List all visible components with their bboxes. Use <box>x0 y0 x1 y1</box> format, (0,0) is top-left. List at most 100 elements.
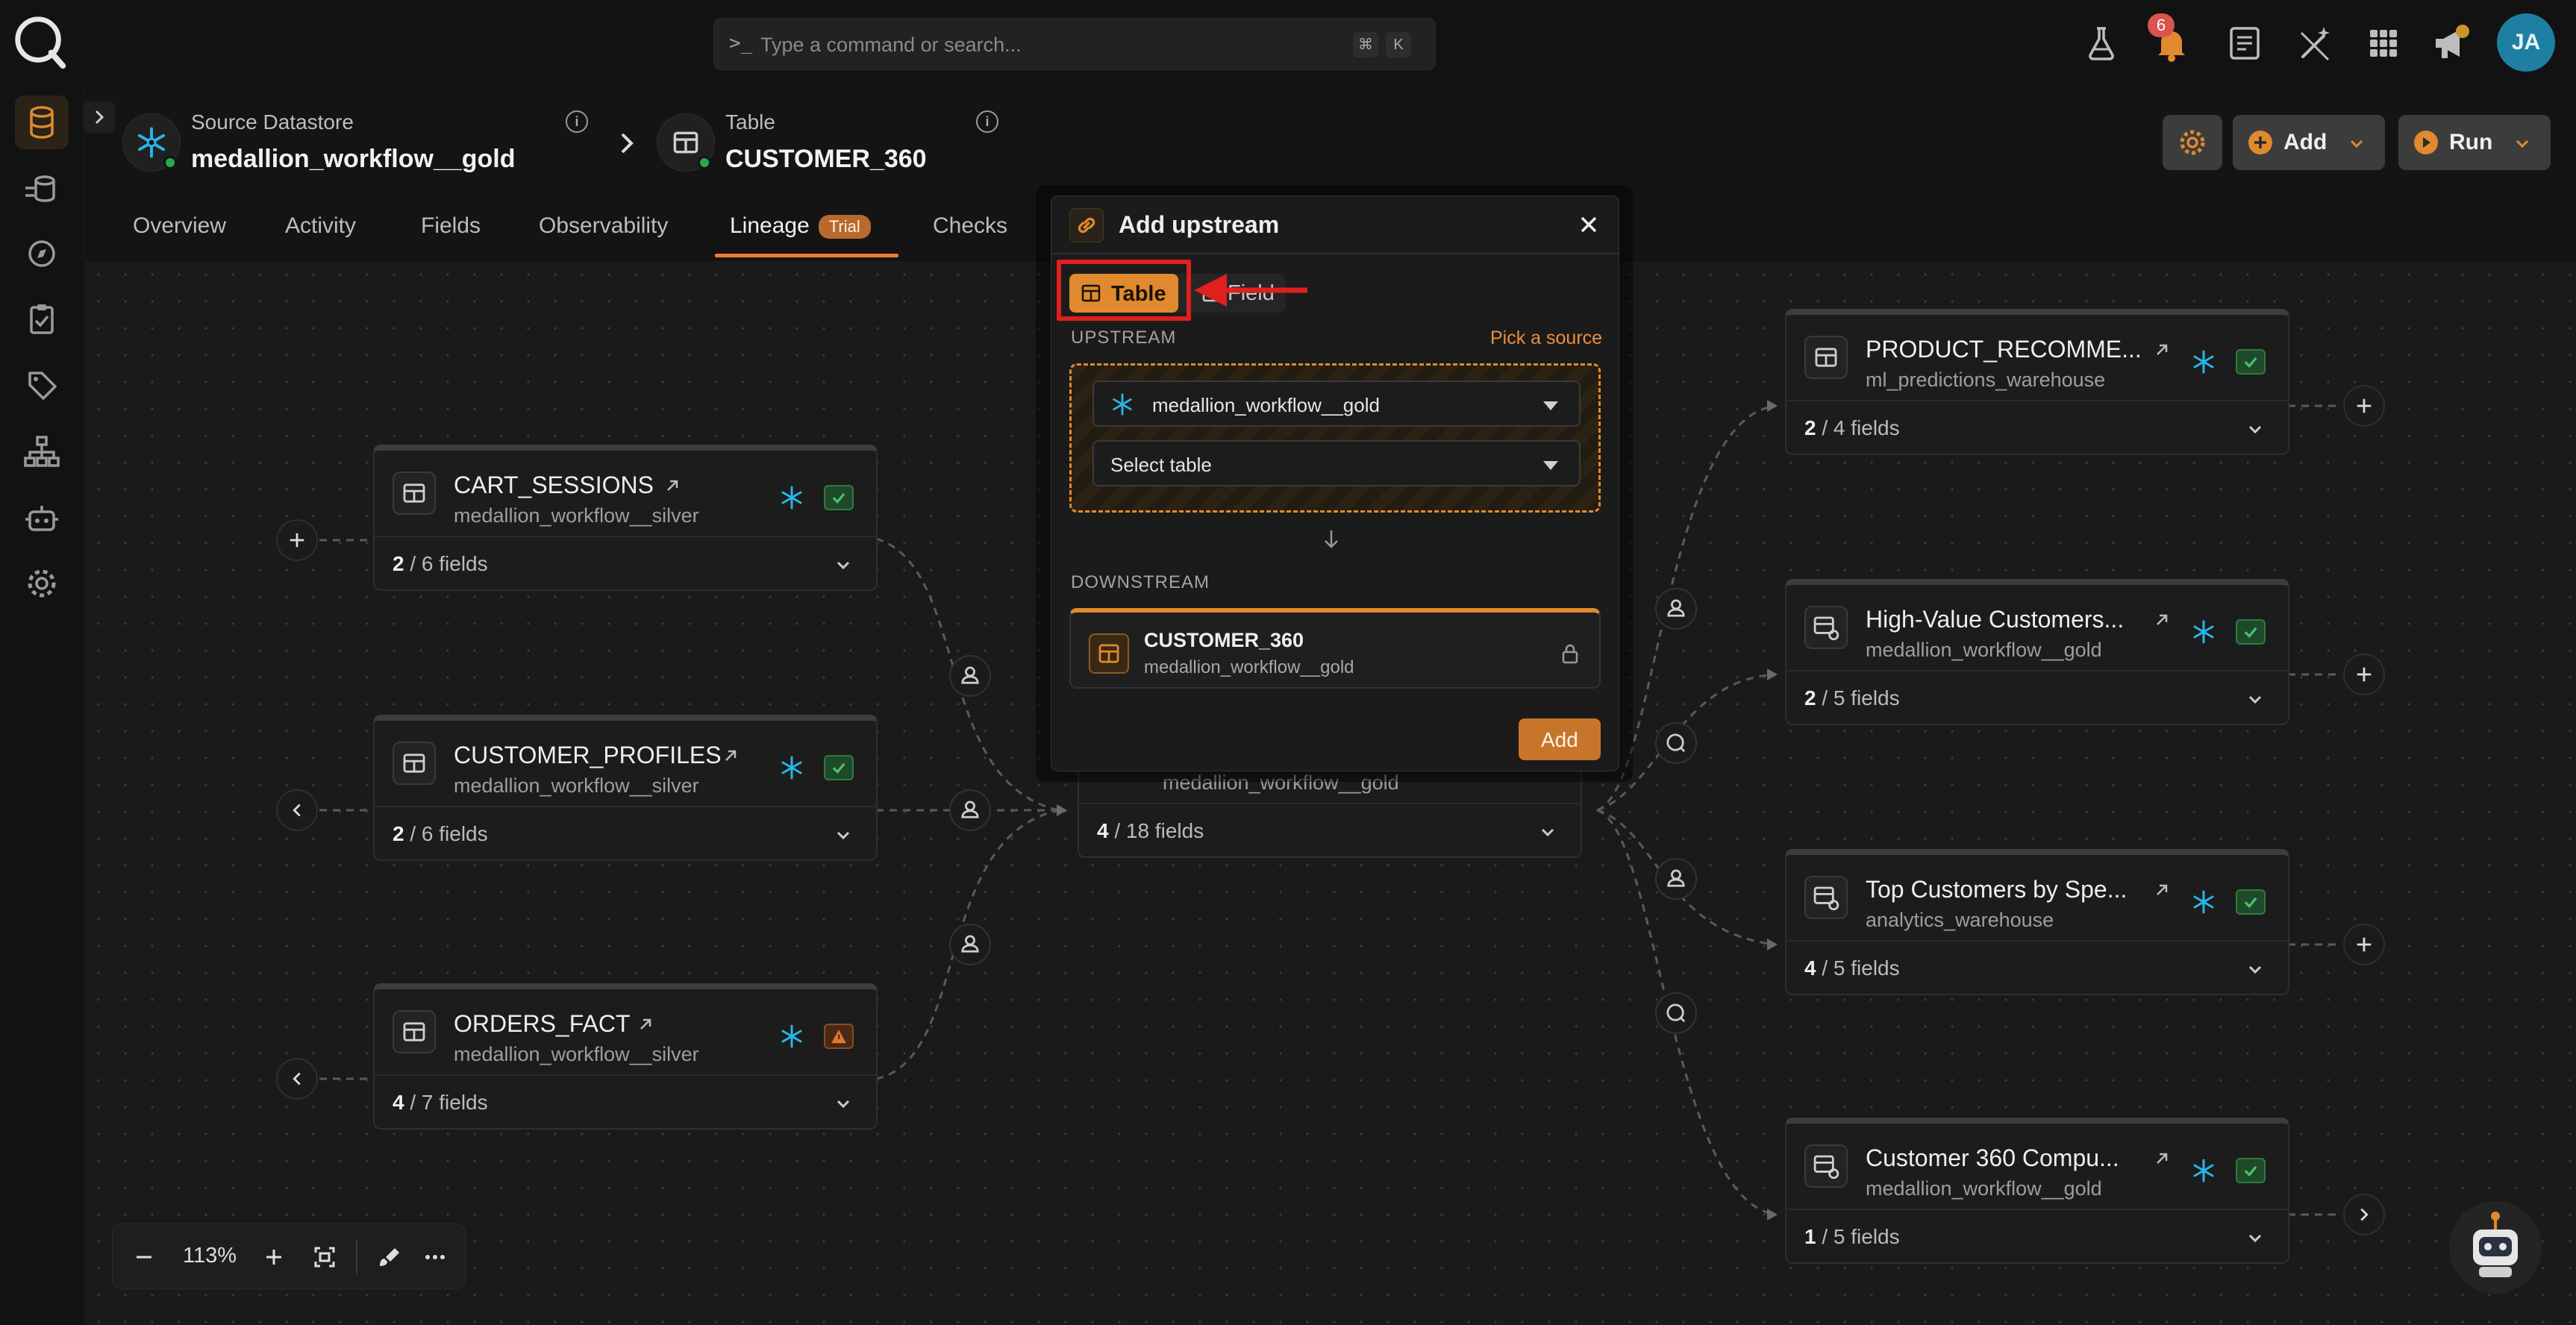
downstream-datastore: medallion_workflow__gold <box>1144 657 1354 677</box>
sidebar-item-agents[interactable] <box>15 492 69 546</box>
run-menu-button[interactable]: Run <box>2398 115 2551 170</box>
user-avatar[interactable]: JA <box>2497 13 2555 72</box>
person-icon[interactable] <box>949 789 991 831</box>
clipboard-check-icon <box>30 304 54 334</box>
stack-flow-icon <box>25 175 55 202</box>
collapse-upstream-button[interactable] <box>276 1058 318 1100</box>
external-link-icon[interactable] <box>636 1015 655 1034</box>
expand-downstream-button[interactable] <box>2343 654 2385 695</box>
lineage-node-customer-profiles[interactable]: CUSTOMER_PROFILES medallion_workflow__si… <box>373 715 878 861</box>
chevron-down-icon[interactable] <box>833 825 854 846</box>
tab-lineage[interactable]: Lineage Trial <box>730 213 871 239</box>
external-link-icon[interactable] <box>721 746 740 765</box>
plus-icon <box>2357 937 2372 952</box>
table-select[interactable]: Select table <box>1092 440 1581 486</box>
settings-button[interactable] <box>2163 115 2222 170</box>
arrow-down-icon <box>1325 530 1338 548</box>
fit-view-icon[interactable] <box>310 1242 340 1272</box>
sidebar-item-tags[interactable] <box>15 358 69 412</box>
person-icon[interactable] <box>949 924 991 965</box>
zoom-in-button[interactable] <box>259 1242 289 1272</box>
datastore-name[interactable]: medallion_workflow__gold <box>191 145 516 174</box>
tab-checks[interactable]: Checks <box>933 213 1007 239</box>
tab-overview[interactable]: Overview <box>133 213 226 239</box>
robot-icon <box>25 506 58 531</box>
expand-downstream-button[interactable] <box>2343 385 2385 427</box>
app-logo-icon[interactable] <box>1655 992 1697 1034</box>
snowflake-icon <box>781 756 802 780</box>
apps-grid-icon[interactable] <box>2363 22 2404 64</box>
collapse-upstream-button[interactable] <box>276 789 318 831</box>
command-search[interactable]: >_ Type a command or search... ⌘ K <box>713 18 1436 70</box>
sidebar-item-settings[interactable] <box>15 557 69 610</box>
node-divider <box>1786 940 2288 942</box>
chevron-down-icon[interactable] <box>2245 689 2266 710</box>
terminal-icon: >_ <box>729 32 753 54</box>
external-link-icon[interactable] <box>2152 340 2172 360</box>
fields-total: / 6 fields <box>404 552 488 575</box>
person-icon[interactable] <box>1655 588 1697 630</box>
tab-activity[interactable]: Activity <box>285 213 356 239</box>
magic-wand-icon[interactable] <box>2294 22 2336 64</box>
chevron-down-icon[interactable] <box>2245 419 2266 440</box>
sidebar-item-explore[interactable] <box>15 227 69 281</box>
external-link-icon[interactable] <box>2152 610 2172 630</box>
gear-icon <box>2180 130 2205 155</box>
lineage-node-cart-sessions[interactable]: CART_SESSIONS medallion_workflow__silver… <box>373 445 878 591</box>
tab-fields[interactable]: Fields <box>421 213 481 239</box>
add-upstream-submit-button[interactable]: Add <box>1519 718 1601 760</box>
document-icon[interactable] <box>2224 22 2266 64</box>
zoom-out-button[interactable] <box>129 1242 159 1272</box>
fields-total: / 6 fields <box>404 822 488 845</box>
chevron-down-icon[interactable] <box>2245 959 2266 980</box>
chevron-down-icon[interactable] <box>833 555 854 576</box>
trial-badge: Trial <box>818 215 871 239</box>
table-name[interactable]: CUSTOMER_360 <box>725 145 927 174</box>
external-link-icon[interactable] <box>2152 880 2172 900</box>
snowflake-icon <box>2193 350 2214 374</box>
sidebar-expand-button[interactable] <box>84 101 115 133</box>
node-title: CUSTOMER_PROFILES <box>454 742 722 768</box>
expand-downstream-button[interactable] <box>2343 924 2385 965</box>
assistant-bot-button[interactable] <box>2449 1201 2542 1294</box>
brush-icon[interactable] <box>374 1242 404 1272</box>
plus-icon <box>290 533 304 548</box>
lineage-node-orders-fact[interactable]: ORDERS_FACT medallion_workflow__silver 4… <box>373 983 878 1130</box>
flask-icon[interactable] <box>2081 22 2122 64</box>
node-fields-count: 1 / 5 fields <box>1804 1225 1900 1249</box>
active-tab-indicator <box>715 254 898 257</box>
person-icon[interactable] <box>949 655 991 697</box>
person-icon[interactable] <box>1655 858 1697 900</box>
sidebar-item-hierarchy[interactable] <box>15 425 69 479</box>
add-menu-button[interactable]: Add <box>2233 115 2385 170</box>
external-link-icon[interactable] <box>2152 1149 2172 1168</box>
datastore-info-icon[interactable]: i <box>566 110 588 133</box>
chevron-down-icon[interactable] <box>833 1094 854 1115</box>
node-fields-count: 2 / 6 fields <box>393 552 488 576</box>
node-title: High-Value Customers... <box>1866 606 2125 633</box>
dialog-title: Add upstream <box>1119 211 1280 238</box>
dialog-header: Add upstream <box>1051 196 1619 254</box>
chevron-down-icon[interactable] <box>1537 822 1558 843</box>
sidebar-item-checks[interactable] <box>15 292 69 346</box>
node-subtitle: medallion_workflow__silver <box>454 1043 699 1065</box>
tab-observability[interactable]: Observability <box>539 213 668 239</box>
lineage-node-product-recommendations[interactable]: PRODUCT_RECOMME... ml_predictions_wareho… <box>1785 309 2289 455</box>
computed-table-icon <box>1804 1144 1848 1188</box>
sidebar-item-pipelines[interactable] <box>15 163 69 216</box>
lineage-node-top-customers[interactable]: Top Customers by Spe... analytics_wareho… <box>1785 849 2289 995</box>
announcement-icon[interactable] <box>2430 22 2472 64</box>
expand-upstream-button[interactable] <box>276 519 318 561</box>
table-info-icon[interactable]: i <box>976 110 998 133</box>
app-logo-icon[interactable] <box>1655 722 1697 764</box>
datastore-select[interactable]: medallion_workflow__gold <box>1092 380 1581 427</box>
sidebar-item-datastores[interactable] <box>15 95 69 149</box>
close-icon[interactable] <box>1574 210 1604 239</box>
app-logo-icon[interactable] <box>10 12 69 70</box>
lineage-node-high-value-customers[interactable]: High-Value Customers... medallion_workfl… <box>1785 579 2289 725</box>
collapse-downstream-button[interactable] <box>2343 1194 2385 1235</box>
chevron-down-icon[interactable] <box>2245 1228 2266 1249</box>
more-options-icon[interactable] <box>420 1242 450 1272</box>
lineage-node-customer-360-computed[interactable]: Customer 360 Compu... medallion_workflow… <box>1785 1118 2289 1264</box>
external-link-icon[interactable] <box>663 476 682 495</box>
